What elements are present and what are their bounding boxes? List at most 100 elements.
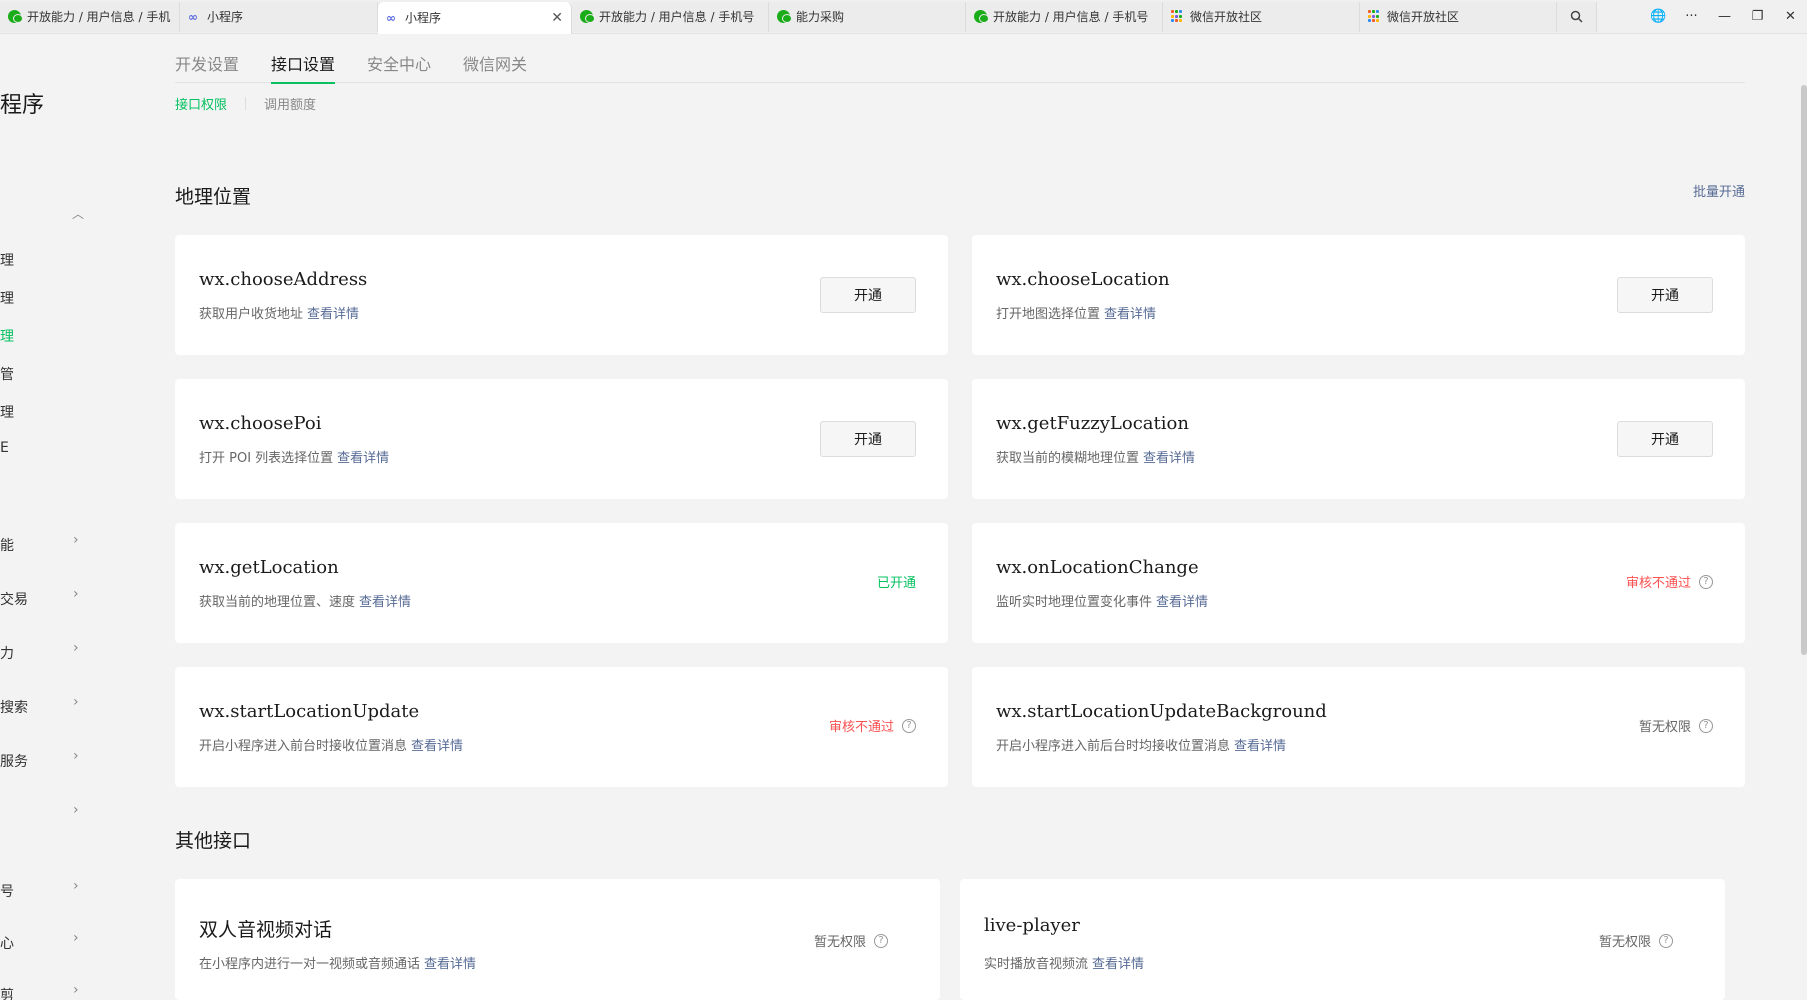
view-details-link[interactable]: 查看详情 (424, 957, 476, 972)
tab-label: 开放能力 / 用户信息 / 手机号 (993, 10, 1149, 24)
view-details-link[interactable]: 查看详情 (1092, 957, 1144, 972)
view-details-link[interactable]: 查看详情 (1234, 739, 1286, 754)
globe-icon[interactable]: 🌐 (1642, 0, 1675, 32)
chevron-right-icon: › (73, 586, 79, 602)
sidebar-item[interactable]: 管 (0, 364, 14, 384)
view-details-link[interactable]: 查看详情 (1104, 307, 1156, 322)
link-icon: ∞ (386, 11, 396, 25)
help-icon[interactable]: ? (1659, 933, 1673, 948)
api-desc: 打开 POI 列表选择位置 查看详情 (199, 447, 389, 466)
view-details-link[interactable]: 查看详情 (1143, 451, 1195, 466)
sidebar-group[interactable]: 心 (0, 933, 14, 953)
sidebar: 程序 ︿ 理 理 理 管 理 E 能 › 交易 › 力 › 搜索 › 服务 › … (0, 35, 100, 1000)
browser-tab[interactable]: ∞ 小程序 (180, 1, 378, 32)
wechat-icon (580, 10, 595, 23)
main-tabs: 开发设置 接口设置 安全中心 微信网关 (175, 35, 1745, 84)
sidebar-item[interactable]: 理 (0, 402, 14, 422)
browser-tab-active[interactable]: ∞ 小程序 ✕ (378, 1, 572, 34)
sidebar-item-active[interactable]: 理 (0, 326, 14, 346)
view-details-link[interactable]: 查看详情 (411, 739, 463, 754)
browser-tab[interactable]: 微信开放社区 (1360, 1, 1557, 32)
sidebar-title: 程序 (0, 93, 45, 118)
api-card: wx.getFuzzyLocation 获取当前的模糊地理位置 查看详情 开通 (972, 379, 1745, 499)
api-card: live-player 实时播放音视频流 查看详情 暂无权限 ? (960, 879, 1725, 1000)
tab-api-settings[interactable]: 接口设置 (271, 35, 336, 84)
help-icon[interactable]: ? (1699, 574, 1713, 589)
api-desc-text: 开启小程序进入前后台时均接收位置消息 (996, 739, 1231, 754)
tab-dev-settings[interactable]: 开发设置 (175, 35, 239, 83)
status-badge: 暂无权限 ? (1639, 716, 1713, 735)
api-name: wx.chooseLocation (996, 269, 1170, 290)
sidebar-item[interactable]: 理 (0, 250, 14, 270)
view-details-link[interactable]: 查看详情 (1156, 595, 1208, 610)
api-desc-text: 实时播放音视频流 (984, 957, 1089, 972)
more-icon[interactable]: ··· (1675, 0, 1708, 32)
api-desc-text: 开启小程序进入前台时接收位置消息 (199, 739, 408, 754)
api-name: wx.choosePoi (199, 413, 322, 434)
minimize-icon[interactable]: — (1708, 0, 1741, 32)
window-controls: 🌐 ··· — ❐ ✕ (1642, 0, 1807, 32)
api-name: wx.chooseAddress (199, 269, 368, 290)
view-details-link[interactable]: 查看详情 (359, 595, 411, 610)
grid-icon (1368, 10, 1381, 23)
sidebar-group[interactable]: 交易 (0, 589, 28, 609)
status-badge: 审核不通过 ? (1626, 572, 1713, 591)
status-badge: 审核不通过 ? (829, 716, 916, 735)
close-tab-icon[interactable]: ✕ (551, 10, 563, 26)
tab-search-icon[interactable] (1557, 1, 1597, 32)
sidebar-group[interactable]: 搜索 (0, 697, 28, 717)
help-icon[interactable]: ? (874, 933, 888, 948)
sidebar-group[interactable]: 能 (0, 535, 14, 555)
chevron-right-icon: › (73, 982, 79, 998)
status-text: 暂无权限 (1598, 935, 1651, 950)
bulk-enable-link[interactable]: 批量开通 (1693, 181, 1745, 200)
subtab-api-permissions[interactable]: 接口权限 (175, 94, 227, 113)
help-icon[interactable]: ? (902, 718, 916, 733)
browser-tab[interactable]: 能力采购 (769, 1, 966, 32)
sidebar-group[interactable]: 力 (0, 643, 14, 663)
status-badge: 暂无权限 ? (1599, 931, 1673, 950)
tab-label: 开放能力 / 用户信息 / 手机号 (27, 10, 171, 24)
sidebar-group[interactable]: 服务 (0, 751, 28, 771)
restore-icon[interactable]: ❐ (1741, 0, 1774, 32)
api-card: wx.getLocation 获取当前的地理位置、速度 查看详情 已开通 (175, 523, 948, 643)
chevron-up-icon[interactable]: ︿ (72, 205, 84, 222)
subtab-call-quota[interactable]: 调用额度 (264, 94, 316, 113)
view-details-link[interactable]: 查看详情 (307, 307, 359, 322)
api-desc: 获取当前的地理位置、速度 查看详情 (199, 591, 411, 610)
api-desc-text: 获取当前的地理位置、速度 (199, 595, 356, 610)
sidebar-group[interactable]: 号 (0, 881, 14, 901)
enable-button[interactable]: 开通 (1617, 277, 1713, 313)
enable-button[interactable]: 开通 (1617, 421, 1713, 457)
browser-tab[interactable]: 开放能力 / 用户信息 / 手机号 (572, 1, 769, 32)
api-desc-text: 监听实时地理位置变化事件 (996, 595, 1153, 610)
status-text: 暂无权限 (813, 935, 866, 950)
browser-tab[interactable]: 微信开放社区 (1163, 1, 1360, 32)
sidebar-item[interactable]: E (0, 440, 9, 456)
tab-wechat-gateway[interactable]: 微信网关 (463, 35, 527, 83)
api-desc-text: 在小程序内进行一对一视频或音频通话 (199, 957, 421, 972)
api-card: wx.chooseAddress 获取用户收货地址 查看详情 开通 (175, 235, 948, 355)
close-window-icon[interactable]: ✕ (1774, 0, 1807, 32)
api-desc: 在小程序内进行一对一视频或音频通话 查看详情 (199, 953, 476, 972)
divider (245, 97, 247, 110)
status-badge: 已开通 (877, 572, 916, 591)
wechat-icon (777, 10, 792, 23)
enable-button[interactable]: 开通 (820, 421, 916, 457)
status-text: 审核不通过 (1625, 576, 1691, 591)
enable-button[interactable]: 开通 (820, 277, 916, 313)
browser-tab[interactable]: 开放能力 / 用户信息 / 手机号 (0, 1, 180, 32)
tab-label: 小程序 (207, 10, 244, 24)
api-desc: 开启小程序进入前后台时均接收位置消息 查看详情 (996, 735, 1286, 754)
status-text: 审核不通过 (828, 720, 894, 735)
tab-security-center[interactable]: 安全中心 (367, 35, 431, 83)
browser-tab[interactable]: 开放能力 / 用户信息 / 手机号 (966, 1, 1163, 32)
tab-label: 小程序 (405, 11, 442, 25)
sidebar-group[interactable]: 剪 (0, 985, 14, 1000)
vertical-scrollbar[interactable] (1801, 85, 1807, 655)
help-icon[interactable]: ? (1699, 718, 1713, 733)
view-details-link[interactable]: 查看详情 (337, 451, 389, 466)
sidebar-item[interactable]: 理 (0, 288, 14, 308)
chevron-right-icon: › (73, 930, 79, 946)
chevron-right-icon: › (73, 878, 79, 894)
